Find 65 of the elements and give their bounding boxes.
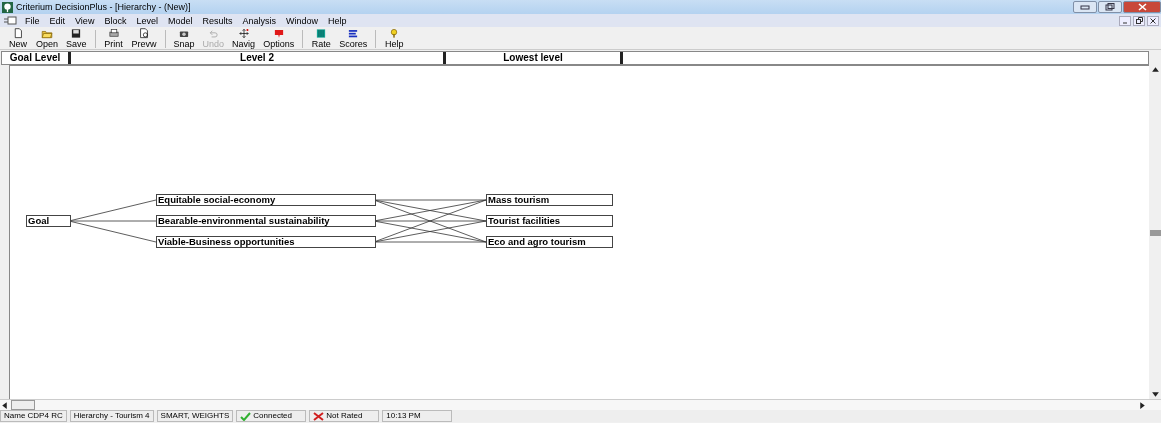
criterion-node[interactable]: Viable-Business opportunities bbox=[156, 236, 376, 248]
level-label[interactable]: Level 2 bbox=[240, 53, 274, 63]
toolbar-button[interactable]: Save bbox=[62, 28, 91, 49]
flag-icon bbox=[272, 28, 285, 39]
menu-item[interactable]: Help bbox=[323, 15, 352, 26]
toolbar-button[interactable]: Scores bbox=[335, 28, 372, 49]
criterion-node[interactable]: Equitable social-economy bbox=[156, 194, 376, 206]
menu-item[interactable]: View bbox=[70, 15, 100, 26]
camera-icon bbox=[178, 28, 191, 39]
document-icon[interactable] bbox=[3, 16, 17, 25]
menu-item[interactable]: Results bbox=[197, 15, 238, 26]
restore-icon bbox=[1105, 3, 1115, 11]
status-time: 10:13 PM bbox=[382, 410, 453, 422]
scrollbar-thumb[interactable] bbox=[11, 400, 35, 410]
bar-grid-icon bbox=[315, 28, 328, 39]
menu-item[interactable]: File bbox=[20, 15, 45, 26]
toolbar-button[interactable]: Rate bbox=[307, 28, 336, 49]
tree-icon bbox=[2, 1, 13, 13]
toolbar-button[interactable]: Options bbox=[259, 28, 299, 49]
status-method: SMART, WEIGHTS bbox=[156, 410, 234, 422]
rating-status: Not Rated bbox=[326, 411, 363, 421]
toolbar-button[interactable]: Open bbox=[32, 28, 63, 49]
status-model: Hierarchy - Tourism 4 bbox=[69, 410, 154, 422]
cross-arrows-icon bbox=[237, 28, 250, 39]
toolbar-button[interactable]: Snap bbox=[169, 28, 199, 49]
right-arrow-icon bbox=[1138, 400, 1147, 410]
vertical-scrollbar[interactable] bbox=[1149, 65, 1161, 399]
close-icon bbox=[1150, 17, 1156, 24]
maximize-button[interactable] bbox=[1098, 1, 1122, 13]
level-label[interactable]: Goal Level bbox=[9, 53, 61, 63]
close-button[interactable] bbox=[1147, 15, 1159, 26]
menu-item[interactable]: Analysis bbox=[237, 15, 281, 26]
menu-item[interactable]: Level bbox=[131, 15, 163, 26]
menu-item[interactable]: Edit bbox=[44, 15, 71, 26]
restore-icon bbox=[1135, 17, 1143, 24]
toolbar-button[interactable]: Help bbox=[380, 28, 409, 49]
toolbar-button[interactable]: New bbox=[4, 28, 32, 49]
left-arrow-icon bbox=[0, 400, 9, 410]
printer-icon bbox=[107, 28, 120, 39]
menu-item[interactable]: Model bbox=[162, 15, 198, 26]
undo-icon bbox=[207, 28, 220, 39]
down-arrow-icon bbox=[1150, 390, 1160, 399]
horizontal-scrollbar[interactable] bbox=[0, 399, 1161, 410]
menu-item[interactable]: Block bbox=[99, 15, 132, 26]
alternative-node[interactable]: Tourist facilities bbox=[486, 215, 613, 227]
toolbar-button[interactable]: Navig bbox=[228, 28, 260, 49]
up-arrow-icon bbox=[1150, 65, 1160, 74]
criterion-node[interactable]: Bearable-environmental sustainability bbox=[156, 215, 376, 227]
toolbar-button[interactable]: Print bbox=[99, 28, 128, 49]
minimize-icon bbox=[1080, 4, 1090, 10]
alternative-node[interactable]: Mass tourism bbox=[486, 194, 613, 206]
connection-status: Connected bbox=[253, 411, 292, 421]
alternative-node[interactable]: Eco and agro tourism bbox=[486, 236, 613, 248]
window-title: Criterium DecisionPlus - [Hierarchy - (New)] bbox=[16, 2, 192, 12]
toolbar-button[interactable]: Prevw bbox=[127, 28, 161, 49]
goal-node[interactable]: Goal bbox=[26, 215, 71, 227]
close-icon bbox=[1137, 3, 1147, 11]
status-name: Name CDP4 RC bbox=[0, 410, 67, 422]
scrollbar-thumb[interactable] bbox=[1150, 230, 1161, 236]
preview-icon bbox=[138, 28, 151, 39]
menu-item[interactable]: Window bbox=[280, 15, 323, 26]
bars-icon bbox=[347, 28, 360, 39]
restore-button[interactable] bbox=[1133, 15, 1145, 26]
folder-icon bbox=[41, 28, 53, 39]
level-label[interactable]: Lowest level bbox=[503, 53, 563, 63]
